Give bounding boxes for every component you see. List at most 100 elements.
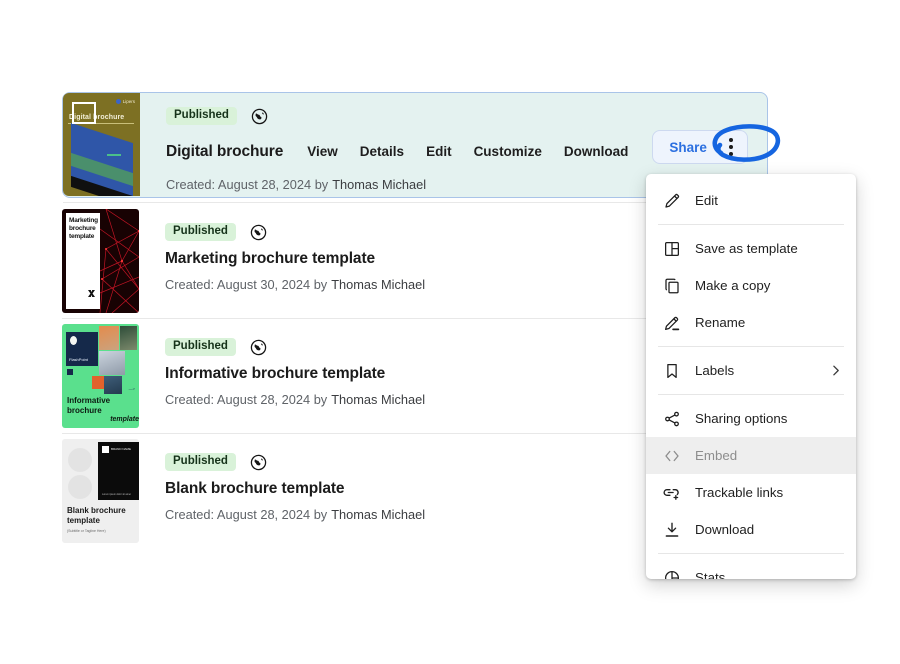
document-title: Blank brochure template <box>165 480 345 497</box>
thumbnail-logo-icon <box>88 290 95 297</box>
globe-icon <box>250 454 267 471</box>
thumbnail-title-text: Informative brochure <box>67 396 111 415</box>
thumbnail-digital-brochure: Lipers Digital brochure <box>63 93 140 196</box>
thumbnail-brand-label: BRAND NAME <box>111 447 132 451</box>
thumbnail-brand-label: FlashPoint <box>69 357 88 362</box>
action-download[interactable]: Download <box>564 144 651 159</box>
menu-item-label: Make a copy <box>695 278 771 293</box>
menu-item-stats[interactable]: Stats <box>646 559 856 579</box>
created-author: Thomas Michael <box>331 277 426 292</box>
menu-item-sharing-options[interactable]: Sharing options <box>646 400 856 437</box>
row-meta: Published <box>166 107 767 125</box>
thumbnail-black-panel: BRAND NAME Lorem ipsum dolor sit amet <box>98 442 139 500</box>
menu-item-label: Edit <box>695 193 718 208</box>
badge-dot-icon <box>115 99 121 104</box>
thumbnail-mark-icon <box>70 336 77 345</box>
menu-item-make-a-copy[interactable]: Make a copy <box>646 267 856 304</box>
created-prefix: Created: August 28, 2024 by <box>165 392 328 407</box>
thumbnail-title: Informative brochure template <box>67 396 139 425</box>
menu-item-embed[interactable]: Embed <box>646 437 856 474</box>
thumbnail-blank-brochure: BRAND NAME Lorem ipsum dolor sit amet Bl… <box>62 439 139 543</box>
document-thumbnail[interactable]: Lipers Digital brochure <box>63 93 140 196</box>
thumbnail-arrow-icon <box>107 154 121 156</box>
thumbnail-photo-3 <box>99 351 125 375</box>
menu-item-edit[interactable]: Edit <box>646 182 856 219</box>
action-details[interactable]: Details <box>360 144 426 159</box>
thumbnail-navy-block: FlashPoint <box>66 332 98 366</box>
created-author: Thomas Michael <box>331 392 426 407</box>
menu-item-label: Embed <box>695 448 738 463</box>
document-thumbnail[interactable]: BRAND NAME Lorem ipsum dolor sit amet Bl… <box>62 439 139 543</box>
status-badge: Published <box>165 453 236 471</box>
menu-item-label: Labels <box>695 363 735 378</box>
thumbnail-badge: Lipers <box>115 99 135 104</box>
menu-divider <box>658 394 844 395</box>
template-layout-icon <box>662 239 681 258</box>
thumbnail-subtitle-text: template <box>110 416 139 423</box>
context-menu[interactable]: Edit Save as template Make a copy Rename <box>646 174 856 579</box>
menu-item-download[interactable]: Download <box>646 511 856 548</box>
thumbnail-title: Marketing brochure template <box>69 217 98 240</box>
thumbnail-footer-text: Lorem ipsum dolor sit amet <box>102 493 131 496</box>
menu-item-save-as-template[interactable]: Save as template <box>646 230 856 267</box>
link-plus-icon <box>662 483 681 502</box>
bookmark-icon <box>662 361 681 380</box>
menu-item-label: Save as template <box>695 241 798 256</box>
document-title: Marketing brochure template <box>165 250 376 267</box>
thumbnail-square-icon <box>67 369 73 375</box>
thumbnail-arrow-icon: —> <box>128 386 135 391</box>
thumbnail-logo-icon <box>102 446 109 453</box>
code-brackets-icon <box>662 446 681 465</box>
menu-item-label: Rename <box>695 315 746 330</box>
thumbnail-selection-square <box>72 102 96 124</box>
status-badge: Published <box>166 107 237 125</box>
thumbnail-circle-2 <box>68 475 92 499</box>
pie-chart-icon <box>662 568 681 579</box>
action-edit[interactable]: Edit <box>426 144 474 159</box>
document-thumbnail[interactable]: Marketing brochure template ‎ <box>62 209 139 313</box>
menu-divider <box>658 224 844 225</box>
thumbnail-marketing-brochure: Marketing brochure template ‎ <box>62 209 139 313</box>
copy-icon <box>662 276 681 295</box>
action-view[interactable]: View <box>307 144 360 159</box>
document-thumbnail[interactable]: FlashPoint —> Informative brochure templa… <box>62 324 139 428</box>
three-dots-vertical-icon[interactable] <box>719 138 733 156</box>
menu-item-trackable-links[interactable]: Trackable links <box>646 474 856 511</box>
rename-pencil-icon <box>662 313 681 332</box>
menu-item-labels[interactable]: Labels <box>646 352 856 389</box>
globe-icon <box>250 224 267 241</box>
thumbnail-photo-1 <box>99 326 119 350</box>
menu-item-label: Download <box>695 522 755 537</box>
menu-divider <box>658 553 844 554</box>
menu-item-label: Sharing options <box>695 411 788 426</box>
thumbnail-subtitle: (Subtitle or Tagline Here) <box>67 529 106 533</box>
thumbnail-photo-4 <box>92 376 104 389</box>
thumbnail-title: Blank brochure template <box>67 506 126 525</box>
pencil-icon <box>662 191 681 210</box>
menu-item-label: Stats <box>695 570 726 579</box>
menu-divider <box>658 346 844 347</box>
thumbnail-circle-1 <box>68 448 92 472</box>
action-customize[interactable]: Customize <box>474 144 564 159</box>
created-prefix: Created: August 28, 2024 by <box>165 507 328 522</box>
row-actions: View Details Edit Customize Download Sha… <box>307 130 748 168</box>
status-badge: Published <box>165 223 236 241</box>
document-title: Digital brochure <box>166 142 284 160</box>
row-title-actions: Digital brochure View Details Edit Custo… <box>166 130 767 168</box>
share-button-label: Share <box>669 139 707 155</box>
dot-1 <box>728 138 733 142</box>
created-prefix: Created: August 30, 2024 by <box>165 277 328 292</box>
chevron-right-icon <box>829 364 842 377</box>
created-author: Thomas Michael <box>332 177 427 192</box>
app-canvas: Lipers Digital brochure Published Digita… <box>0 0 900 664</box>
menu-item-label: Trackable links <box>695 485 784 500</box>
badge-label: Lipers <box>122 99 135 104</box>
created-author: Thomas Michael <box>331 507 426 522</box>
thumbnail-photo-2 <box>120 326 137 350</box>
share-nodes-icon <box>662 409 681 428</box>
share-button[interactable]: Share <box>652 130 748 164</box>
thumbnail-photo-5 <box>104 376 122 394</box>
dot-2 <box>728 145 733 149</box>
menu-item-rename[interactable]: Rename <box>646 304 856 341</box>
status-badge: Published <box>165 338 236 356</box>
